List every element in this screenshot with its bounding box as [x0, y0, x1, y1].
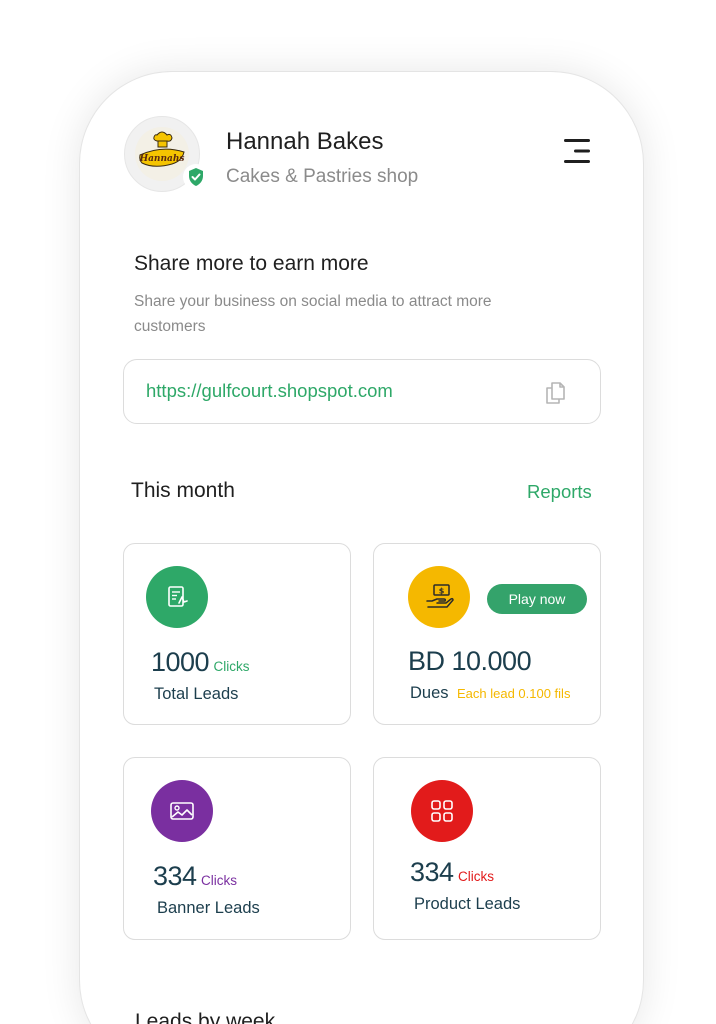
svg-text:$: $ — [439, 587, 445, 596]
product-leads-card[interactable]: 334 Clicks Product Leads — [373, 757, 601, 940]
play-now-button[interactable]: Play now — [487, 584, 587, 614]
menu-button[interactable] — [560, 136, 596, 166]
dues-rate-note: Each lead 0.100 fils — [456, 686, 571, 701]
banner-leads-value-row: 334 Clicks — [153, 861, 237, 892]
shield-check-icon — [189, 168, 203, 186]
svg-text:Hannahs: Hannahs — [139, 154, 185, 164]
total-leads-icon-badge — [146, 566, 208, 628]
total-leads-value-row: 1000 Clicks — [151, 647, 250, 678]
copy-icon — [546, 382, 565, 404]
product-leads-label: Product Leads — [414, 895, 521, 913]
banner-leads-icon-badge — [151, 780, 213, 842]
phone-screen: Hannahs Hannah Bakes Cakes & Pastries sh… — [80, 72, 643, 1024]
dues-icon-badge: $ — [408, 566, 470, 628]
share-section-title: Share more to earn more — [134, 252, 369, 275]
shop-name: Hannah Bakes — [226, 128, 384, 155]
total-leads-unit: Clicks — [213, 659, 250, 674]
grid-icon — [431, 800, 453, 822]
money-hand-icon: $ — [426, 584, 454, 608]
document-icon — [168, 586, 188, 607]
product-leads-value: 334 — [410, 857, 454, 887]
banner-leads-card[interactable]: 334 Clicks Banner Leads — [123, 757, 351, 940]
dues-card[interactable]: $ Play now BD 10.000 Dues Each lead 0.10… — [373, 543, 601, 725]
hamburger-menu-icon — [564, 139, 590, 163]
product-leads-unit: Clicks — [458, 869, 495, 884]
image-icon — [170, 802, 194, 820]
shop-url-field[interactable]: https://gulfcourt.shopspot.com — [123, 359, 601, 424]
dues-label: Dues — [410, 684, 449, 702]
reports-link[interactable]: Reports — [527, 481, 592, 503]
shop-url-text[interactable]: https://gulfcourt.shopspot.com — [146, 380, 393, 402]
dues-label-row: Dues Each lead 0.100 fils — [410, 684, 570, 703]
copy-url-button[interactable] — [542, 380, 568, 406]
banner-leads-value: 334 — [153, 861, 197, 891]
dues-value: BD 10.000 — [408, 646, 532, 676]
product-leads-icon-badge — [411, 780, 473, 842]
product-leads-value-row: 334 Clicks — [410, 857, 494, 888]
banner-leads-unit: Clicks — [201, 873, 238, 888]
share-section-description: Share your business on social media to a… — [134, 293, 492, 335]
banner-leads-label: Banner Leads — [157, 899, 260, 917]
shop-category: Cakes & Pastries shop — [226, 166, 419, 187]
this-month-title: This month — [131, 479, 235, 502]
verified-badge — [183, 164, 209, 190]
total-leads-value: 1000 — [151, 647, 210, 677]
leads-by-week-title: Leads by week — [135, 1010, 276, 1024]
total-leads-label: Total Leads — [154, 685, 239, 703]
total-leads-card[interactable]: 1000 Clicks Total Leads — [123, 543, 351, 725]
